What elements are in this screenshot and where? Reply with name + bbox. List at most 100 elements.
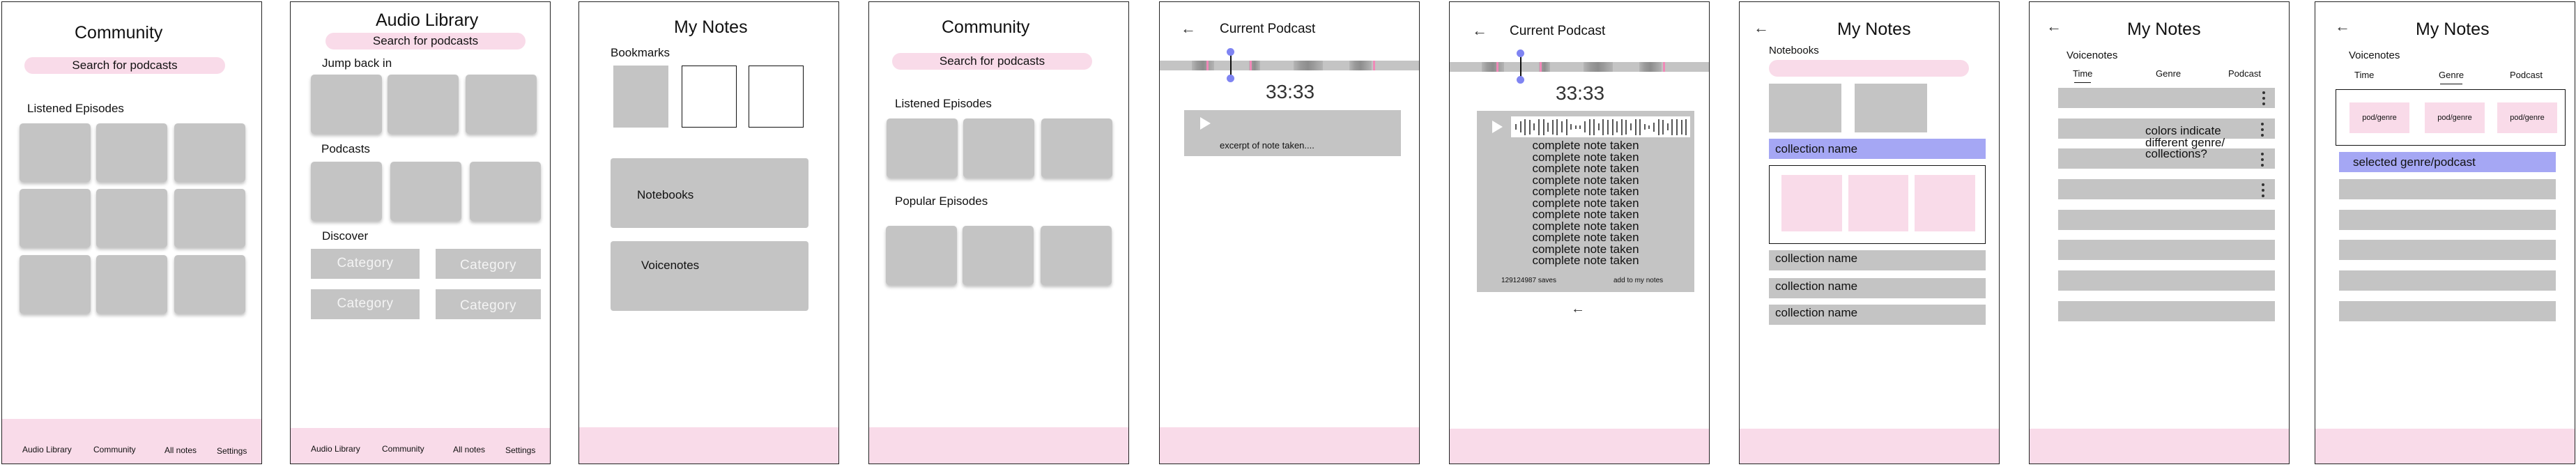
episode-tile[interactable] <box>96 255 167 314</box>
bookmark-card[interactable] <box>749 66 804 128</box>
episode-tile[interactable] <box>20 255 91 314</box>
popular-episode-tile[interactable] <box>1041 226 1112 285</box>
tab-podcast[interactable]: Podcast <box>2510 70 2543 80</box>
episode-tile[interactable] <box>96 123 167 182</box>
voicenote-row[interactable] <box>2058 240 2275 260</box>
arrow-left-icon[interactable]: ← <box>2046 19 2062 34</box>
episode-tile[interactable] <box>20 123 91 182</box>
play-icon[interactable] <box>1200 117 1211 130</box>
notebook-search-input[interactable] <box>1769 60 1969 77</box>
bookmark-marker[interactable] <box>1496 62 1498 72</box>
listened-episode-tile[interactable] <box>963 118 1034 178</box>
nav-settings[interactable]: Settings <box>505 445 535 455</box>
podcast-tile[interactable] <box>311 162 382 221</box>
collection-row[interactable]: collection name <box>1769 250 1986 270</box>
audio-waveform[interactable] <box>1511 116 1690 137</box>
bookmark-marker[interactable] <box>1206 61 1209 70</box>
selected-genre-header[interactable]: selected genre/podcast <box>2339 152 2556 172</box>
nav-audio-library[interactable]: Audio Library <box>22 445 72 454</box>
tab-time[interactable]: Time <box>2073 68 2092 83</box>
episode-tile[interactable] <box>174 255 245 314</box>
listened-episode-tile[interactable] <box>887 118 958 178</box>
voicenote-row[interactable] <box>2339 301 2556 321</box>
bookmark-marker[interactable] <box>1250 61 1252 70</box>
notebook-card[interactable] <box>1855 84 1927 132</box>
recent-episode-tile[interactable] <box>466 75 537 134</box>
tab-genre[interactable]: Genre <box>2156 68 2181 79</box>
voicenote-row[interactable] <box>2058 210 2275 230</box>
category-card[interactable]: Category <box>436 289 541 319</box>
voicenote-row[interactable] <box>2339 179 2556 199</box>
timeline-track[interactable] <box>1450 62 1709 72</box>
genre-filter-chip[interactable]: pod/genre <box>2349 102 2409 133</box>
collection-row[interactable]: collection name <box>1769 278 1986 298</box>
episode-tile[interactable] <box>174 123 245 182</box>
podcast-tile[interactable] <box>470 162 541 221</box>
timeline-track[interactable] <box>1160 61 1419 70</box>
playhead-handle-bottom[interactable] <box>1227 75 1234 82</box>
voicenote-row[interactable] <box>2058 301 2275 321</box>
more-options-icon[interactable] <box>2260 153 2264 167</box>
search-input[interactable]: Search for podcasts <box>325 33 526 49</box>
popular-episode-tile[interactable] <box>886 226 957 285</box>
voicenote-row[interactable] <box>2058 179 2275 199</box>
more-options-icon[interactable] <box>2262 91 2266 105</box>
playhead-handle-bottom[interactable] <box>1517 76 1524 84</box>
bookmark-card[interactable] <box>613 66 668 128</box>
nav-settings[interactable]: Settings <box>217 446 247 456</box>
category-card[interactable]: Category <box>436 249 541 279</box>
bookmark-marker[interactable] <box>1663 62 1665 72</box>
category-card[interactable]: Category <box>311 249 420 279</box>
playhead-handle-top[interactable] <box>1227 48 1234 56</box>
popular-episode-tile[interactable] <box>963 226 1034 285</box>
add-to-notes-button[interactable]: add to my notes <box>1613 277 1663 284</box>
arrow-left-icon[interactable]: ← <box>1571 302 1585 316</box>
bookmark-marker[interactable] <box>1373 61 1375 70</box>
voicenote-row[interactable] <box>2339 270 2556 291</box>
arrow-left-icon[interactable]: ← <box>1754 20 1769 36</box>
nav-audio-library[interactable]: Audio Library <box>311 444 360 454</box>
arrow-left-icon[interactable]: ← <box>2335 19 2350 34</box>
podcast-tile[interactable] <box>390 162 461 221</box>
nav-all-notes[interactable]: All notes <box>453 445 485 454</box>
nav-all-notes[interactable]: All notes <box>164 445 197 455</box>
search-input[interactable]: Search for podcasts <box>892 53 1092 70</box>
collection-row-selected[interactable]: collection name <box>1769 139 1986 159</box>
episode-tile[interactable] <box>174 189 245 247</box>
tab-genre[interactable]: Genre <box>2439 70 2464 84</box>
arrow-left-icon[interactable]: ← <box>1181 21 1196 36</box>
voicenote-row[interactable] <box>2058 88 2275 108</box>
more-options-icon[interactable] <box>2261 183 2265 197</box>
genre-filter-chip[interactable]: pod/genre <box>2425 102 2485 133</box>
note-card[interactable] <box>1848 175 1908 231</box>
playhead-handle-top[interactable] <box>1517 49 1524 57</box>
genre-filter-chip[interactable]: pod/genre <box>2497 102 2557 133</box>
category-card[interactable]: Category <box>311 289 420 319</box>
more-options-icon[interactable] <box>2260 123 2264 137</box>
waveform-bar <box>1657 118 1659 135</box>
recent-episode-tile[interactable] <box>388 75 459 134</box>
nav-community[interactable]: Community <box>93 445 136 454</box>
episode-tile[interactable] <box>20 189 91 247</box>
collection-row[interactable]: collection name <box>1769 305 1986 325</box>
voicenote-row[interactable] <box>2339 210 2556 230</box>
episode-tile[interactable] <box>96 189 167 247</box>
voicenotes-card[interactable]: Voicenotes <box>611 241 808 311</box>
voicenote-row[interactable] <box>2058 270 2275 291</box>
tab-time[interactable]: Time <box>2354 70 2374 80</box>
notebooks-card[interactable]: Notebooks <box>611 158 808 228</box>
tab-podcast[interactable]: Podcast <box>2228 68 2261 79</box>
nav-community[interactable]: Community <box>382 444 424 454</box>
bookmark-card[interactable] <box>682 66 737 128</box>
note-excerpt-card[interactable]: excerpt of note taken.... <box>1184 110 1401 156</box>
arrow-left-icon[interactable]: ← <box>1472 23 1487 38</box>
listened-episode-tile[interactable] <box>1041 118 1112 178</box>
voicenote-row[interactable] <box>2339 240 2556 260</box>
note-card[interactable] <box>1915 175 1975 231</box>
bookmark-marker[interactable] <box>1540 62 1542 72</box>
note-card[interactable] <box>1781 175 1842 231</box>
recent-episode-tile[interactable] <box>311 75 382 134</box>
search-input[interactable]: Search for podcasts <box>24 57 225 74</box>
play-icon[interactable] <box>1492 121 1503 133</box>
notebook-card[interactable] <box>1769 84 1841 132</box>
